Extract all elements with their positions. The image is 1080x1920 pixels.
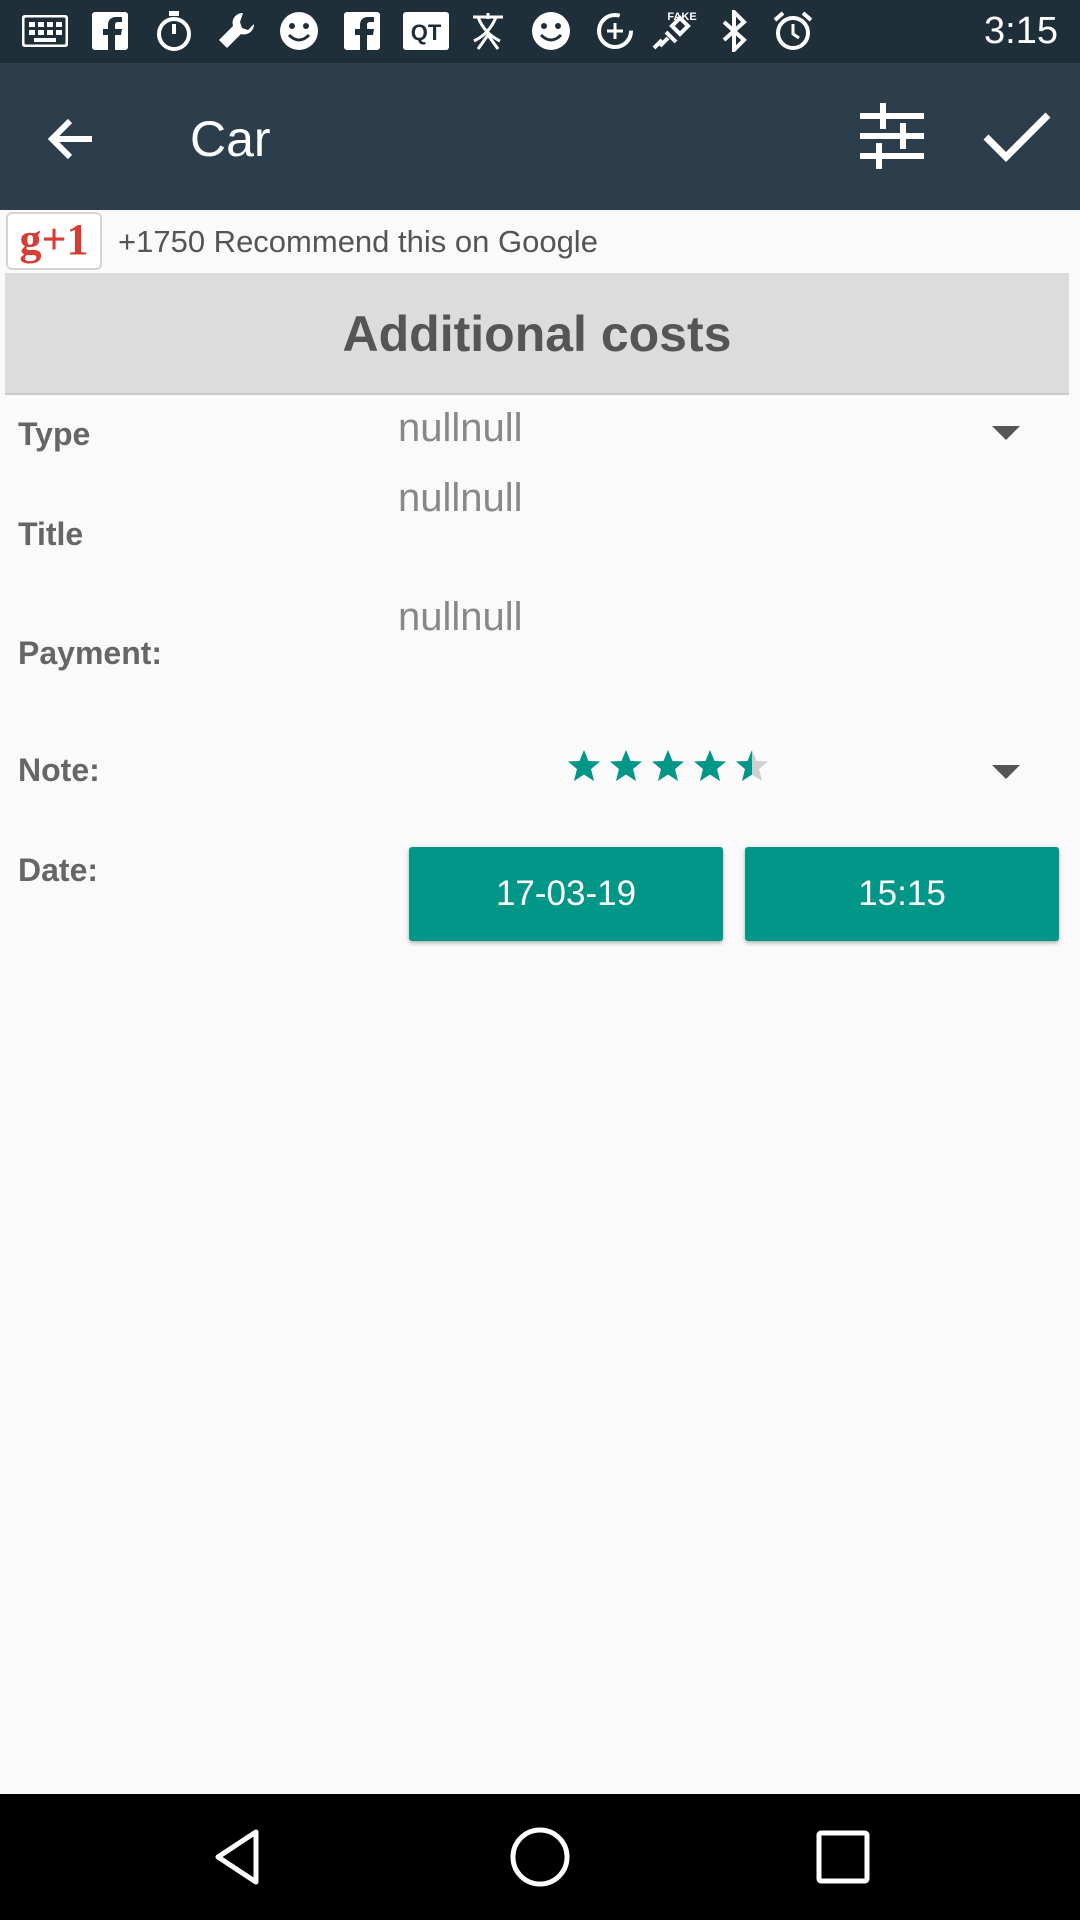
smiley-icon xyxy=(530,10,572,52)
note-dropdown-arrow-icon[interactable] xyxy=(992,765,1020,779)
tune-sliders-icon[interactable] xyxy=(858,101,926,171)
rating-star-icon[interactable] xyxy=(650,748,686,784)
qq-icon: QT xyxy=(402,10,450,52)
payment-label: Payment: xyxy=(18,635,163,671)
title-label: Title xyxy=(18,516,84,552)
note-label: Note: xyxy=(18,752,100,788)
app-bar: Car xyxy=(0,63,1080,210)
stopwatch-icon xyxy=(155,10,193,52)
navigation-bar xyxy=(0,1794,1080,1920)
status-time: 3:15 xyxy=(984,10,1058,52)
back-arrow-icon[interactable] xyxy=(40,107,104,171)
wrench-icon xyxy=(215,10,259,52)
check-icon[interactable] xyxy=(982,107,1052,167)
type-select[interactable]: nullnull xyxy=(398,404,523,452)
note-rating[interactable] xyxy=(566,748,770,792)
status-bar: QT FAKE 3:15 xyxy=(0,0,1080,63)
google-plus-count: +1750 Recommend this on Google xyxy=(118,224,598,259)
rating-star-icon[interactable] xyxy=(608,748,644,784)
back-triangle-icon[interactable] xyxy=(206,1824,272,1890)
bluetooth-icon xyxy=(720,10,750,52)
payment-input[interactable]: nullnull xyxy=(398,593,523,641)
alarm-icon xyxy=(772,10,814,52)
rating-star-icon[interactable] xyxy=(566,748,602,784)
rating-star-icon[interactable] xyxy=(692,748,728,784)
page-title: Car xyxy=(190,111,271,167)
recents-square-icon[interactable] xyxy=(810,1824,876,1890)
facebook-icon xyxy=(343,10,381,52)
date-picker-button[interactable]: 17-03-19 xyxy=(409,847,723,941)
satellite-fake-gps-icon: FAKE xyxy=(652,10,702,52)
type-label: Type xyxy=(18,416,91,452)
home-circle-icon[interactable] xyxy=(507,1824,573,1890)
date-label: Date: xyxy=(18,852,99,888)
time-picker-button[interactable]: 15:15 xyxy=(745,847,1059,941)
svg-text:QT: QT xyxy=(411,20,442,45)
data-saver-icon xyxy=(595,10,635,52)
grid-app-icon xyxy=(22,10,68,52)
section-header: Additional costs xyxy=(5,273,1069,395)
facebook-icon xyxy=(91,10,129,52)
google-plus-one-button[interactable]: g+1 xyxy=(6,212,102,270)
type-dropdown-arrow-icon[interactable] xyxy=(992,426,1020,440)
title-input[interactable]: nullnull xyxy=(398,474,523,522)
smiley-icon xyxy=(278,10,320,52)
google-plus-row: g+1 +1750 Recommend this on Google xyxy=(0,210,1080,272)
rating-star-icon[interactable] xyxy=(734,748,770,784)
translate-icon xyxy=(470,10,506,52)
